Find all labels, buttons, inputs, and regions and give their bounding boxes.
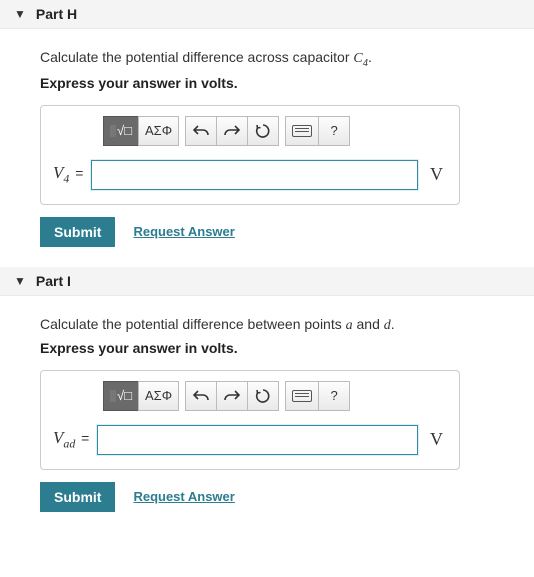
variable-label: Vad = <box>53 428 89 451</box>
greek-button[interactable]: ΑΣΦ <box>138 381 179 411</box>
part-body: Calculate the potential difference betwe… <box>0 296 534 522</box>
prompt-var2: d <box>384 318 391 333</box>
redo-icon <box>224 389 240 403</box>
undo-button[interactable] <box>185 381 217 411</box>
prompt-text: Calculate the potential difference acros… <box>40 49 514 69</box>
help-button[interactable]: ? <box>318 381 350 411</box>
answer-row: Vad = V <box>53 425 447 455</box>
request-answer-link[interactable]: Request Answer <box>133 489 234 504</box>
prompt-mid: and <box>353 316 384 332</box>
part-body: Calculate the potential difference acros… <box>0 29 534 257</box>
greek-button[interactable]: ΑΣΦ <box>138 116 179 146</box>
reset-button[interactable] <box>247 116 279 146</box>
help-button[interactable]: ? <box>318 116 350 146</box>
redo-button[interactable] <box>216 381 248 411</box>
undo-icon <box>193 124 209 138</box>
keyboard-button[interactable] <box>285 116 319 146</box>
keyboard-button[interactable] <box>285 381 319 411</box>
caret-down-icon: ▼ <box>14 7 26 21</box>
templates-icon: √□ <box>110 124 132 137</box>
request-answer-link[interactable]: Request Answer <box>133 224 234 239</box>
redo-icon <box>224 124 240 138</box>
actions-row: Submit Request Answer <box>40 482 514 512</box>
help-label: ? <box>330 388 337 403</box>
templates-button[interactable]: √□ <box>103 116 139 146</box>
reset-button[interactable] <box>247 381 279 411</box>
undo-icon <box>193 389 209 403</box>
undo-button[interactable] <box>185 116 217 146</box>
part-title: Part H <box>36 6 77 22</box>
answer-box: √□ ΑΣΦ <box>40 105 460 205</box>
keyboard-icon <box>292 390 312 402</box>
prompt-var: C4 <box>353 51 368 66</box>
instruction-text: Express your answer in volts. <box>40 340 514 356</box>
part-i: ▼ Part I Calculate the potential differe… <box>0 267 534 522</box>
submit-button[interactable]: Submit <box>40 217 115 247</box>
answer-input[interactable] <box>91 160 418 190</box>
toolbar: √□ ΑΣΦ <box>103 381 447 411</box>
prompt-var: a <box>346 318 353 333</box>
part-header[interactable]: ▼ Part H <box>0 0 534 29</box>
variable-label: V4 = <box>53 163 83 186</box>
redo-button[interactable] <box>216 116 248 146</box>
part-header[interactable]: ▼ Part I <box>0 267 534 296</box>
prompt-pre: Calculate the potential difference acros… <box>40 49 353 65</box>
instruction-text: Express your answer in volts. <box>40 75 514 91</box>
part-h: ▼ Part H Calculate the potential differe… <box>0 0 534 257</box>
greek-label: ΑΣΦ <box>145 388 172 403</box>
prompt-post: . <box>368 49 372 65</box>
actions-row: Submit Request Answer <box>40 217 514 247</box>
templates-icon: √□ <box>110 389 132 402</box>
prompt-post: . <box>391 316 395 332</box>
reset-icon <box>255 388 271 404</box>
part-title: Part I <box>36 273 71 289</box>
unit-label: V <box>426 429 447 450</box>
templates-button[interactable]: √□ <box>103 381 139 411</box>
prompt-text: Calculate the potential difference betwe… <box>40 316 514 334</box>
unit-label: V <box>426 164 447 185</box>
keyboard-icon <box>292 125 312 137</box>
answer-row: V4 = V <box>53 160 447 190</box>
answer-input[interactable] <box>97 425 418 455</box>
prompt-pre: Calculate the potential difference betwe… <box>40 316 346 332</box>
answer-box: √□ ΑΣΦ <box>40 370 460 470</box>
greek-label: ΑΣΦ <box>145 123 172 138</box>
help-label: ? <box>330 123 337 138</box>
toolbar: √□ ΑΣΦ <box>103 116 447 146</box>
caret-down-icon: ▼ <box>14 274 26 288</box>
reset-icon <box>255 123 271 139</box>
submit-button[interactable]: Submit <box>40 482 115 512</box>
